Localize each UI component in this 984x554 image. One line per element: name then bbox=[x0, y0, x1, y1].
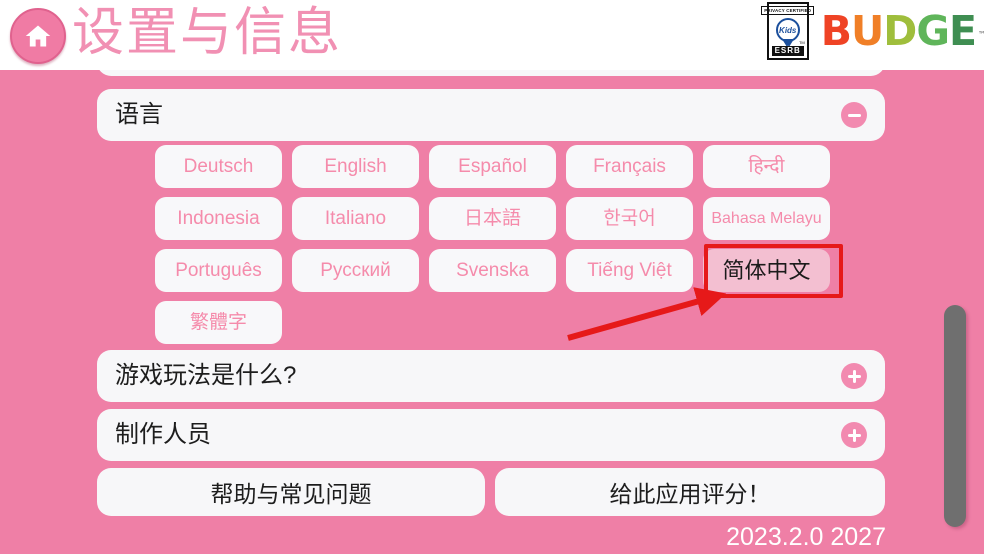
version-label: 2023.2.0 2027 bbox=[726, 523, 886, 551]
settings-scroll-area[interactable]: 语言 Deutsch English Español Français हिन्… bbox=[0, 70, 984, 554]
language-option-francais[interactable]: Français bbox=[566, 145, 693, 188]
header-logos: PRIVACY CERTIFIED Kids TM ESRB BUDGE ™ bbox=[761, 2, 984, 60]
section-label-gameplay: 游戏玩法是什么? bbox=[115, 362, 297, 389]
budge-tm-mark: ™ bbox=[978, 30, 984, 39]
budge-letter: G bbox=[916, 7, 950, 55]
scrollbar-thumb[interactable] bbox=[944, 305, 966, 527]
language-option-espanol[interactable]: Español bbox=[429, 145, 556, 188]
budge-logo: BUDGE ™ bbox=[820, 7, 984, 55]
section-label-language: 语言 bbox=[115, 101, 163, 128]
language-option-tieng-viet[interactable]: Tiếng Việt bbox=[566, 249, 693, 292]
language-option-japanese[interactable]: 日本語 bbox=[429, 197, 556, 240]
esrb-privacy-certified-badge: PRIVACY CERTIFIED Kids TM ESRB bbox=[761, 2, 815, 60]
language-option-korean[interactable]: 한국어 bbox=[566, 197, 693, 240]
language-option-portugues[interactable]: Português bbox=[155, 249, 282, 292]
section-label-credits: 制作人员 bbox=[115, 421, 211, 448]
plus-circle-icon[interactable] bbox=[841, 422, 867, 448]
home-button[interactable] bbox=[10, 8, 66, 64]
esrb-top-label: PRIVACY CERTIFIED bbox=[761, 6, 815, 15]
app-header: 设置与信息 PRIVACY CERTIFIED Kids TM ESRB BUD… bbox=[0, 0, 984, 70]
language-option-hindi[interactable]: हिन्दी bbox=[703, 145, 830, 188]
language-option-bahasa-melayu[interactable]: Bahasa Melayu bbox=[703, 197, 830, 240]
budge-letter: E bbox=[948, 7, 977, 55]
language-option-simplified-chinese[interactable]: 简体中文 bbox=[703, 249, 830, 292]
section-header-gameplay[interactable]: 游戏玩法是什么? bbox=[97, 350, 885, 402]
language-option-italiano[interactable]: Italiano bbox=[292, 197, 419, 240]
section-header-language[interactable]: 语言 bbox=[97, 89, 885, 141]
esrb-tm-mark: TM bbox=[798, 40, 805, 45]
language-option-russian[interactable]: Русский bbox=[292, 249, 419, 292]
minus-circle-icon[interactable] bbox=[841, 102, 867, 128]
budge-letter: D bbox=[883, 7, 917, 55]
language-option-deutsch[interactable]: Deutsch bbox=[155, 145, 282, 188]
language-option-traditional-chinese[interactable]: 繁體字 bbox=[155, 301, 282, 344]
language-option-indonesia[interactable]: Indonesia bbox=[155, 197, 282, 240]
section-header-credits[interactable]: 制作人员 bbox=[97, 409, 885, 461]
esrb-wordmark: ESRB bbox=[771, 46, 804, 56]
plus-circle-icon[interactable] bbox=[841, 363, 867, 389]
language-option-english[interactable]: English bbox=[292, 145, 419, 188]
previous-section-card-partial bbox=[97, 70, 885, 76]
language-options-grid: Deutsch English Español Français हिन्दी … bbox=[155, 145, 855, 344]
home-icon bbox=[24, 22, 52, 50]
language-option-svenska[interactable]: Svenska bbox=[429, 249, 556, 292]
esrb-kids-seal: Kids bbox=[775, 18, 800, 47]
budge-letter: U bbox=[850, 7, 884, 55]
budge-letter: B bbox=[820, 7, 852, 55]
scrollbar-track[interactable] bbox=[944, 70, 966, 554]
rate-app-button[interactable]: 给此应用评分！ bbox=[495, 468, 885, 516]
page-title: 设置与信息 bbox=[72, 4, 343, 62]
help-faq-button[interactable]: 帮助与常见问题 bbox=[97, 468, 485, 516]
